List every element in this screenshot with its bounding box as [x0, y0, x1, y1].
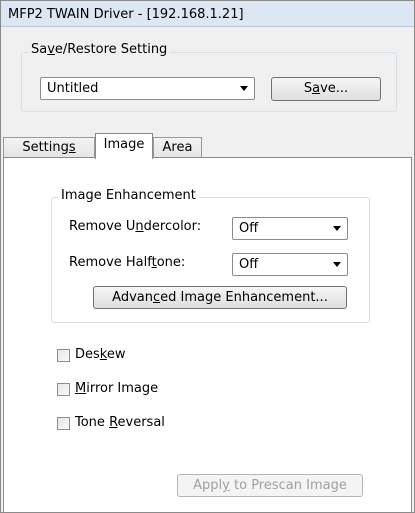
remove-halftone-label: Remove Halftone:: [69, 255, 186, 270]
setting-select-value: Untitled: [47, 81, 99, 96]
deskew-label[interactable]: Deskew: [75, 347, 126, 362]
save-restore-label: Save/Restore Setting: [28, 42, 171, 57]
tab-image[interactable]: Image: [95, 133, 153, 159]
setting-select[interactable]: Untitled: [40, 77, 255, 100]
tone-reversal-label[interactable]: Tone Reversal: [75, 415, 165, 430]
chevron-down-icon: [333, 226, 341, 231]
remove-undercolor-value: Off: [239, 221, 259, 236]
remove-halftone-value: Off: [239, 257, 259, 272]
tab-settings[interactable]: Settings: [3, 137, 95, 158]
image-enhancement-title: Image Enhancement: [58, 188, 199, 203]
remove-undercolor-label: Remove Undercolor:: [69, 219, 202, 234]
advanced-image-enhancement-button[interactable]: Advanced Image Enhancement...: [93, 286, 347, 309]
apply-to-prescan-button[interactable]: Apply to Prescan Image: [177, 474, 363, 497]
mirror-image-checkbox[interactable]: [57, 383, 70, 396]
title-bar[interactable]: MFP2 TWAIN Driver - [192.168.1.21]: [1, 1, 414, 27]
window-title: MFP2 TWAIN Driver - [192.168.1.21]: [8, 7, 244, 22]
remove-halftone-select[interactable]: Off: [232, 253, 348, 276]
remove-undercolor-select[interactable]: Off: [232, 217, 348, 240]
tab-area[interactable]: Area: [153, 137, 202, 158]
chevron-down-icon: [240, 86, 248, 91]
tone-reversal-checkbox[interactable]: [57, 417, 70, 430]
save-button[interactable]: Save...: [271, 77, 381, 101]
deskew-checkbox[interactable]: [57, 349, 70, 362]
mirror-image-label[interactable]: Mirror Image: [75, 381, 158, 396]
chevron-down-icon: [333, 262, 341, 267]
